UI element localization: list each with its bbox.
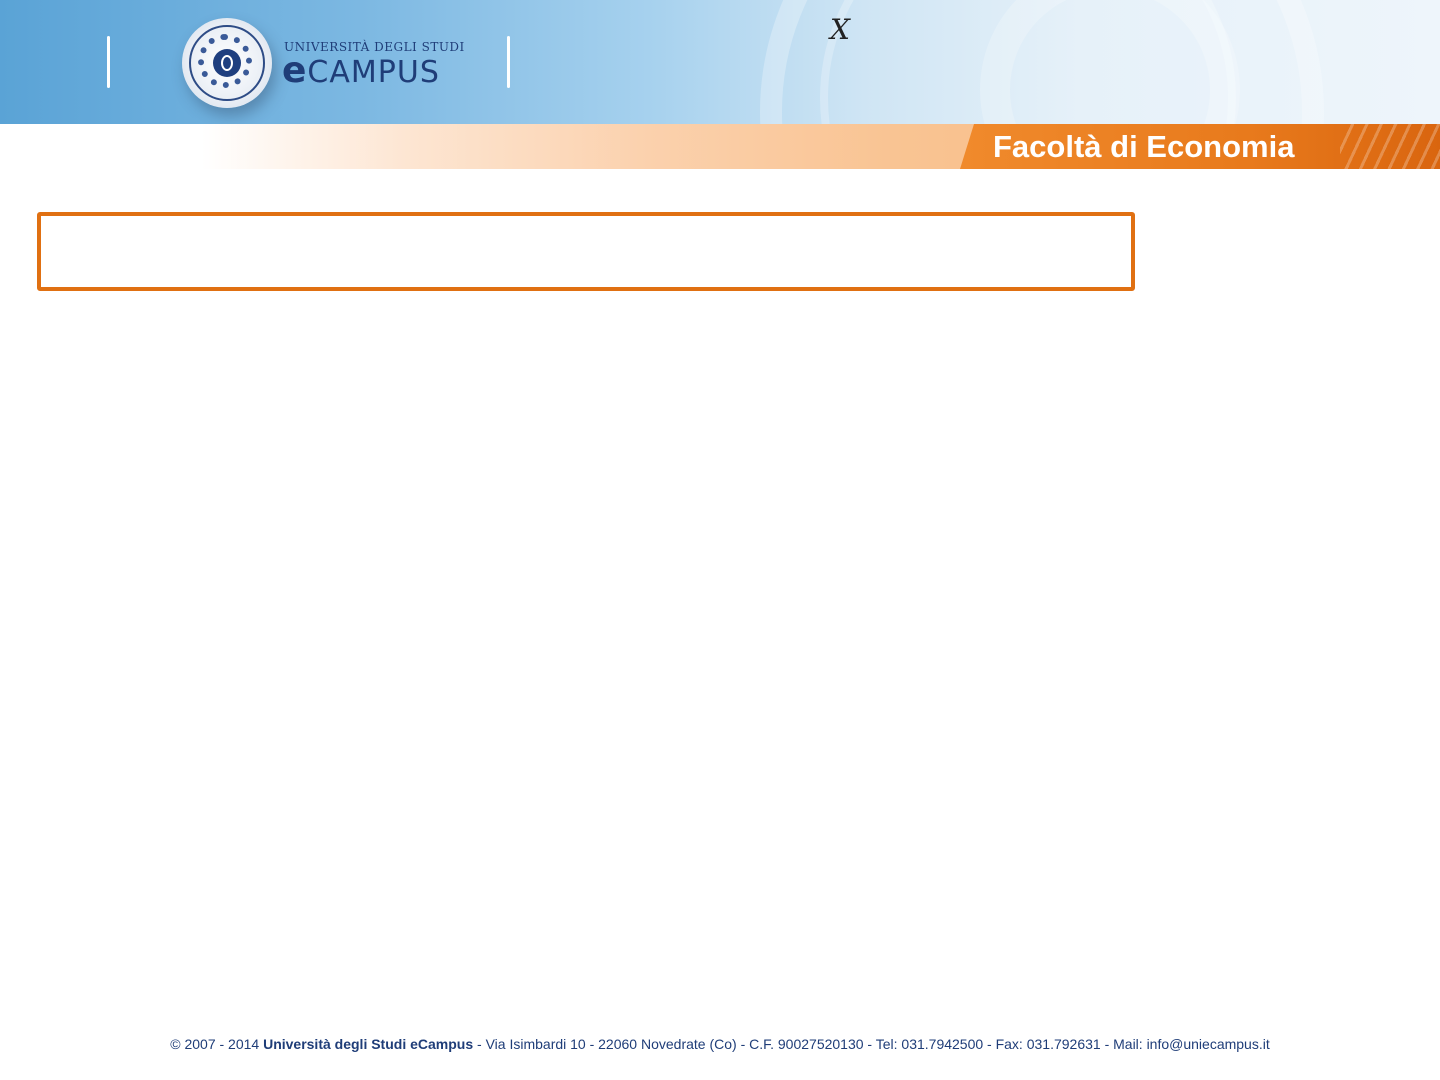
header-divider-left xyxy=(107,36,110,88)
logo-name: eCAMPUS xyxy=(282,50,440,91)
slide-title-box[interactable] xyxy=(37,212,1135,291)
stripe-decoration xyxy=(1340,124,1440,169)
footer-details: - Via Isimbardi 10 - 22060 Novedrate (Co… xyxy=(477,1036,1270,1052)
watermark-seal-core-icon xyxy=(980,0,1240,124)
slide-page: UNIVERSITÀ DEGLI STUDI eCAMPUS X Facoltà… xyxy=(0,0,1440,1080)
faculty-title: Facoltà di Economia xyxy=(993,129,1295,164)
logo-name-rest: CAMPUS xyxy=(307,55,440,90)
header-divider-right xyxy=(507,36,510,88)
header-banner: UNIVERSITÀ DEGLI STUDI eCAMPUS X xyxy=(0,0,1440,124)
logo-name-e: e xyxy=(282,50,308,91)
university-seal-icon xyxy=(182,18,272,108)
placeholder-glyph: X xyxy=(830,13,850,46)
seal-center xyxy=(213,49,241,77)
footer-copyright: © 2007 - 2014 xyxy=(170,1036,260,1052)
footer-university: Università degli Studi eCampus xyxy=(263,1036,474,1052)
footer: © 2007 - 2014 Università degli Studi eCa… xyxy=(0,1036,1440,1052)
